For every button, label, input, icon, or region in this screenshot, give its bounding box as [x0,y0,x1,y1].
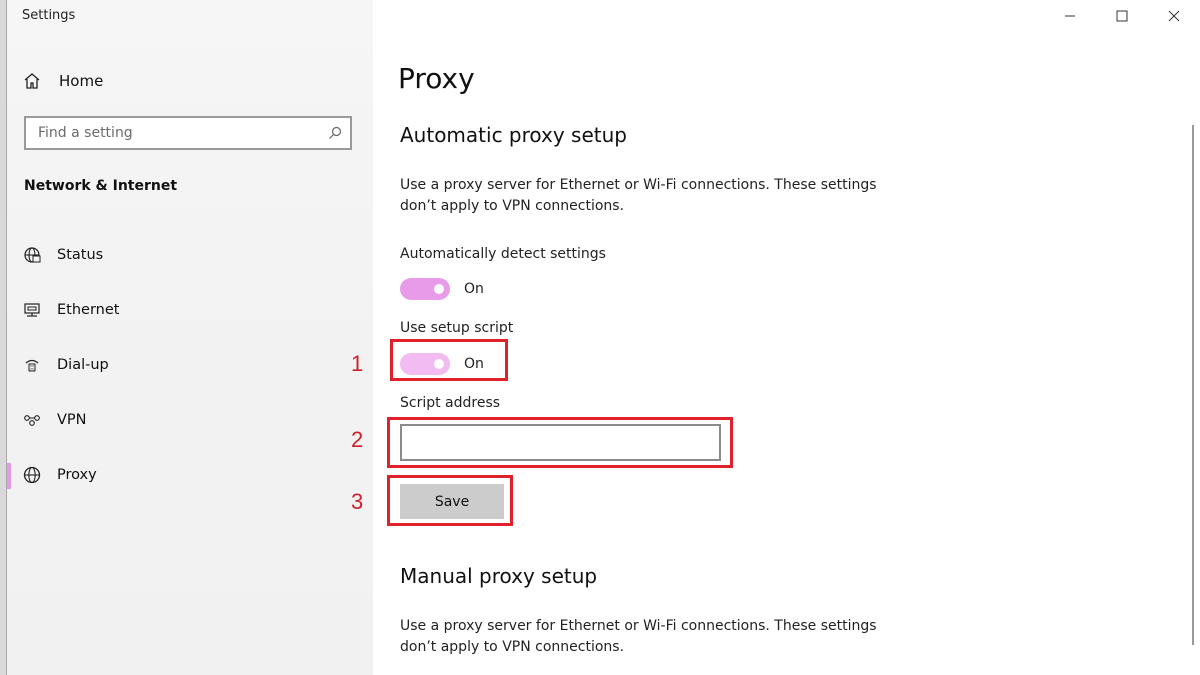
auto-detect-toggle[interactable] [400,278,450,300]
maximize-button[interactable] [1096,0,1148,32]
sidebar-item-dialup[interactable]: Dial-up [23,353,109,377]
sidebar-item-ethernet[interactable]: Ethernet [23,298,119,322]
window-title: Settings [22,8,76,23]
sidebar-item-label: Dial-up [57,357,109,373]
annotation-number-1: 1 [351,351,364,376]
window-controls [1044,0,1200,32]
automatic-proxy-description: Use a proxy server for Ethernet or Wi-Fi… [400,177,877,214]
search-icon [329,126,342,139]
toggle-knob [434,284,444,294]
close-button[interactable] [1148,0,1200,32]
sidebar-item-label: Home [59,72,104,90]
status-globe-icon [24,247,41,263]
window-edge [0,0,7,675]
auto-detect-state: On [464,281,484,297]
search-placeholder: Find a setting [38,125,133,141]
page-title: Proxy [398,62,475,95]
proxy-globe-icon [23,466,41,484]
search-input[interactable]: Find a setting [24,116,352,150]
main-panel: Proxy Automatic proxy setup Use a proxy … [351,0,1200,675]
sidebar-item-home[interactable]: Home [23,70,103,92]
maximize-icon [1116,10,1128,22]
annotation-box-3 [387,475,513,526]
sidebar-item-label: Proxy [57,467,97,483]
annotation-box-2 [387,417,733,468]
vpn-icon [24,415,40,426]
setup-script-label: Use setup script [400,320,514,336]
minimize-icon [1065,15,1075,17]
sidebar-item-proxy[interactable]: Proxy [23,463,97,487]
scrollbar[interactable] [1192,125,1194,645]
sidebar-item-vpn[interactable]: VPN [23,408,87,432]
minimize-button[interactable] [1044,0,1096,32]
annotation-number-2: 2 [351,427,364,452]
annotation-box-1 [390,339,508,381]
sidebar-item-label: Ethernet [57,302,120,318]
sidebar-item-label: Status [57,247,104,263]
section-title: Network & Internet [24,178,178,194]
annotation-number-3: 3 [351,489,364,514]
ethernet-icon [24,303,40,317]
home-icon [24,73,40,89]
sidebar: Settings Home Find a setting Network & I… [7,0,373,675]
selected-indicator [7,463,11,489]
auto-detect-toggle-row: On [400,278,484,300]
auto-detect-label: Automatically detect settings [400,246,606,262]
automatic-proxy-heading: Automatic proxy setup [400,123,627,147]
script-address-label: Script address [400,395,501,411]
manual-proxy-heading: Manual proxy setup [400,564,598,588]
close-icon [1168,10,1180,22]
sidebar-item-status[interactable]: Status [23,243,103,267]
manual-proxy-description: Use a proxy server for Ethernet or Wi-Fi… [400,618,877,655]
dialup-icon [25,359,39,372]
sidebar-item-label: VPN [57,412,87,428]
